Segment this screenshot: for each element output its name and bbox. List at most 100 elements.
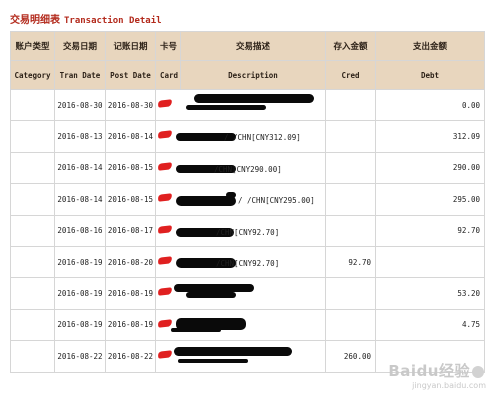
description-text: /CHN[CNY290.00] [214,164,282,174]
redaction-scribble [194,94,314,103]
category-cell [10,151,55,185]
debt-cell: 290.00 [375,151,485,185]
description-text: / /CHN[CNY295.00] [238,196,315,206]
tran-date-cell: 2016-08-19 [54,308,106,342]
cred-cell [325,308,376,342]
redacted-card-mark [157,193,173,202]
cred-cell [325,183,376,216]
redaction-scribble [171,327,221,332]
post-date-cell: 2016-08-17 [105,214,156,247]
debt-cell: 4.75 [375,308,485,342]
col-header-card: Card [155,60,181,90]
col-header-category-cn: 账户类型 [10,31,55,61]
col-header-tran-date-cn: 交易日期 [54,31,106,61]
redaction-scribble [186,292,236,299]
header-row-en: Category Tran Date Post Date Card Descri… [10,60,485,90]
category-cell [10,308,55,342]
category-cell [10,183,55,216]
paw-icon [472,365,484,378]
table-row: 2016-08-30 2016-08-30 0.00 [10,88,485,122]
col-header-post-date: Post Date [105,60,156,90]
redacted-card-mark [157,99,173,108]
cred-cell [325,214,376,247]
debt-cell: 0.00 [375,88,485,122]
redacted-card-mark [157,256,173,265]
tran-date-cell: 2016-08-14 [54,151,106,185]
card-cell [155,277,326,310]
card-cell [155,308,326,342]
category-cell [10,88,55,122]
col-header-debt-cn: 支出金额 [375,31,485,61]
category-cell [10,340,55,373]
cred-cell [325,120,376,153]
debt-cell: 312.09 [375,120,485,153]
category-cell [10,245,55,279]
redaction-scribble [186,105,266,110]
col-header-cred: Cred [325,60,376,90]
post-date-cell: 2016-08-30 [105,88,156,122]
page-title: 交易明细表 Transaction Detail [10,15,162,26]
col-header-description: Description [180,60,326,90]
card-cell [155,340,326,373]
category-cell [10,214,55,247]
redaction-scribble [178,359,248,364]
debt-cell: 295.00 [375,183,485,216]
tran-date-cell: 2016-08-13 [54,120,106,153]
redaction-scribble [174,284,254,293]
transaction-table: 账户类型 交易日期 记账日期 卡号 交易描述 存入金额 支出金额 Categor… [10,31,485,373]
redacted-card-mark [157,130,173,140]
tran-date-cell: 2016-08-22 [54,340,106,373]
description-text: / /CHN[CNY312.09] [224,133,301,143]
post-date-cell: 2016-08-19 [105,308,156,342]
post-date-cell: 2016-08-22 [105,340,156,373]
tran-date-cell: 2016-08-19 [54,277,106,310]
post-date-cell: 2016-08-20 [105,245,156,279]
post-date-cell: 2016-08-15 [105,151,156,185]
table-row: 2016-08-19 2016-08-19 53.20 [10,277,485,310]
post-date-cell: 2016-08-14 [105,120,156,153]
tran-date-cell: 2016-08-30 [54,88,106,122]
table-row: 2016-08-14 2016-08-15 / /CHN[CNY295.00] 295… [10,183,485,216]
card-cell: / /CHN[CNY312.09] [155,120,326,153]
category-cell [10,120,55,153]
table-row: 2016-08-16 2016-08-17/CHN[CNY92.70] 92.70 [10,214,485,247]
cred-cell [325,151,376,185]
card-cell: /CHN[CNY92.70] [155,245,326,279]
card-cell [155,88,326,122]
redacted-card-mark [157,224,173,234]
col-header-category: Category [10,60,55,90]
cred-cell: 92.70 [325,245,376,279]
redacted-card-mark [157,350,173,359]
debt-cell [375,245,485,279]
table-row: 2016-08-19 2016-08-19 4.75 [10,308,485,342]
redaction-scribble [174,347,292,357]
cred-cell: 260.00 [325,340,376,373]
col-header-debt: Debt [375,60,485,90]
table-row: 2016-08-19 2016-08-20/CHN[CNY92.70] 92.70 [10,245,485,279]
description-text: /CHN[CNY92.70] [216,258,280,268]
tran-date-cell: 2016-08-16 [54,214,106,247]
cred-cell [325,277,376,310]
table-row: 2016-08-14 2016-08-15/CHN[CNY290.00] 290.0… [10,151,485,185]
col-header-description-cn: 交易描述 [180,31,326,61]
cred-cell [325,88,376,122]
card-cell: /CHN[CNY290.00] [155,151,326,185]
tran-date-cell: 2016-08-19 [54,245,106,279]
header-row-cn: 账户类型 交易日期 记账日期 卡号 交易描述 存入金额 支出金额 [10,31,485,61]
category-cell [10,277,55,310]
card-cell: /CHN[CNY92.70] [155,214,326,247]
debt-cell: 53.20 [375,277,485,310]
post-date-cell: 2016-08-15 [105,183,156,216]
post-date-cell: 2016-08-19 [105,277,156,310]
table-row: 2016-08-13 2016-08-14 / /CHN[CNY312.09] 312… [10,120,485,153]
col-header-card-cn: 卡号 [155,31,181,61]
redaction-scribble [226,192,236,199]
col-header-tran-date: Tran Date [54,60,106,90]
tran-date-cell: 2016-08-14 [54,183,106,216]
card-cell: / /CHN[CNY295.00] [155,183,326,216]
watermark: Baidu经验 jingyan.baidu.com [388,362,486,390]
col-header-post-date-cn: 记账日期 [105,31,156,61]
redacted-card-mark [157,287,173,297]
description-text: /CHN[CNY92.70] [216,227,280,237]
col-header-cred-cn: 存入金额 [325,31,376,61]
